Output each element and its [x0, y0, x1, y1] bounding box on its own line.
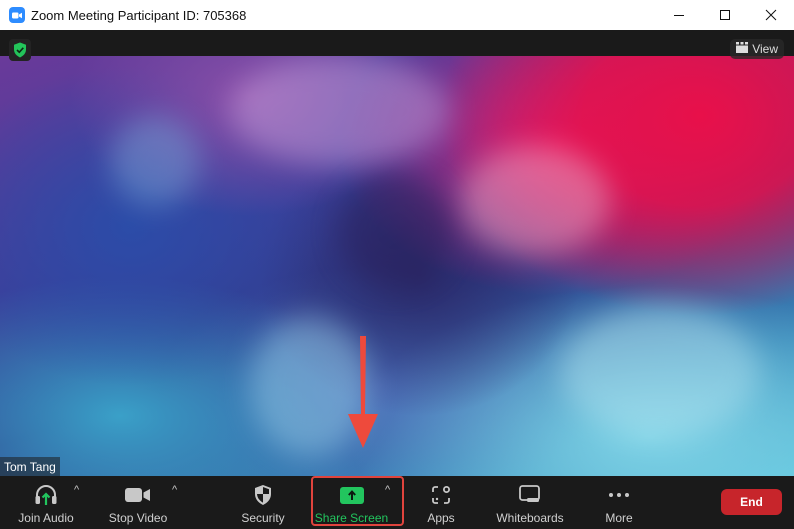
minimize-button[interactable] — [656, 0, 702, 30]
stop-video-button[interactable]: Stop Video — [102, 476, 174, 529]
more-button[interactable]: More — [594, 476, 644, 529]
video-options-caret[interactable]: ^ — [172, 484, 177, 496]
apps-button[interactable]: Apps — [414, 476, 468, 529]
whiteboards-button[interactable]: Whiteboards — [490, 476, 570, 529]
join-audio-button[interactable]: Join Audio — [10, 476, 82, 529]
maximize-button[interactable] — [702, 0, 748, 30]
participant-video: Tom Tang — [0, 56, 794, 476]
share-screen-button[interactable]: Share Screen — [313, 476, 390, 529]
security-label: Security — [241, 511, 285, 525]
view-button[interactable]: View — [730, 39, 784, 59]
apps-icon — [431, 483, 451, 507]
share-options-caret[interactable]: ^ — [385, 484, 390, 496]
end-meeting-button[interactable]: End — [721, 489, 782, 515]
share-screen-icon — [339, 483, 364, 507]
shield-check-icon — [14, 42, 26, 58]
smoke-texture — [340, 176, 450, 286]
stop-video-label: Stop Video — [108, 511, 168, 525]
participant-name-tag: Tom Tang — [0, 457, 60, 476]
smoke-texture — [460, 146, 610, 256]
close-button[interactable] — [748, 0, 794, 30]
minimize-icon — [674, 15, 684, 16]
zoom-app-icon — [9, 7, 25, 23]
red-down-arrow — [348, 336, 378, 448]
apps-label: Apps — [427, 511, 455, 525]
whiteboard-icon — [519, 483, 541, 507]
video-camera-icon — [125, 483, 151, 507]
title-bar: Zoom Meeting Participant ID: 705368 — [0, 0, 794, 30]
window-title: Zoom Meeting Participant ID: 705368 — [31, 7, 247, 23]
smoke-texture — [110, 116, 200, 206]
maximize-icon — [720, 10, 730, 20]
meeting-toolbar: Join Audio ^ Stop Video ^ Security Share… — [0, 476, 794, 529]
view-grid-icon — [736, 42, 749, 56]
join-audio-label: Join Audio — [18, 511, 74, 525]
audio-options-caret[interactable]: ^ — [74, 484, 79, 496]
security-shield-icon — [254, 483, 272, 507]
smoke-texture — [230, 56, 450, 166]
whiteboards-label: Whiteboards — [496, 511, 564, 525]
headphones-icon — [34, 483, 58, 507]
more-dots-icon — [608, 483, 630, 507]
close-icon — [765, 9, 777, 21]
smoke-texture — [560, 306, 760, 436]
meeting-top-bar — [0, 30, 794, 56]
security-button[interactable]: Security — [230, 476, 296, 529]
more-label: More — [605, 511, 633, 525]
view-label: View — [752, 42, 778, 56]
share-screen-label: Share Screen — [314, 511, 389, 525]
encryption-indicator[interactable] — [9, 39, 31, 61]
